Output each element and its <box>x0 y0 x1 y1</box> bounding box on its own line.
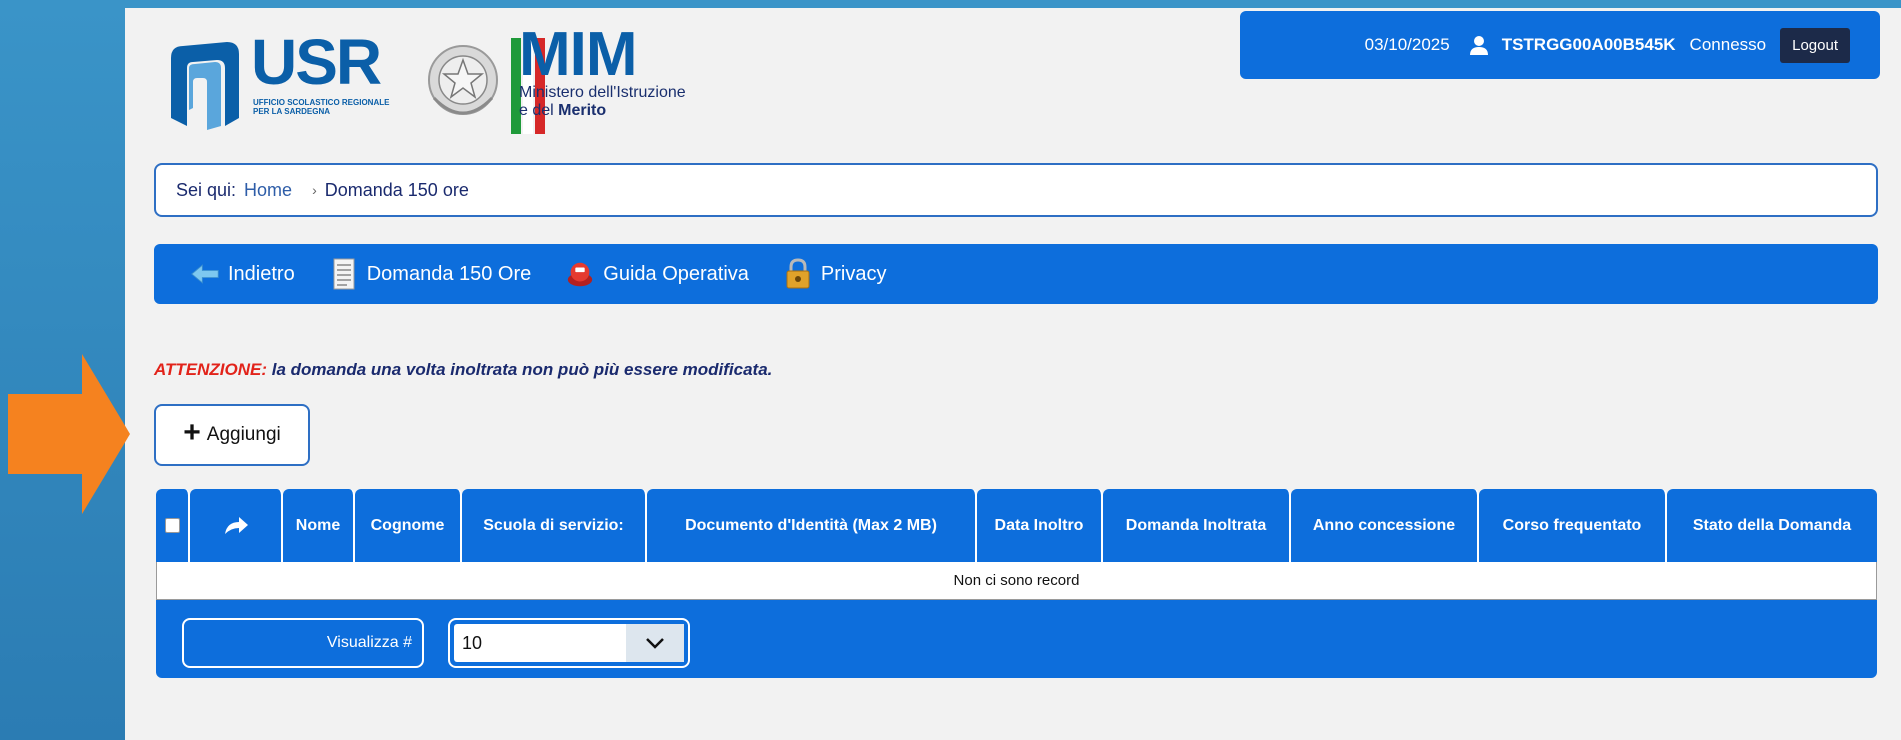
usr-logo: USR UFFICIO SCOLASTICO REGIONALE PER LA … <box>167 26 545 136</box>
column-header[interactable]: Stato della Domanda <box>1667 489 1877 562</box>
plus-icon: + <box>183 416 201 449</box>
breadcrumb-separator: › <box>312 182 317 198</box>
column-header[interactable]: Documento d'Identità (Max 2 MB) <box>647 489 977 562</box>
mim-logo: MIM Ministero dell'Istruzione e del Meri… <box>519 20 686 120</box>
page-size-select[interactable]: 10 <box>448 618 690 668</box>
italian-emblem-icon <box>428 45 498 115</box>
column-header[interactable]: Domanda Inoltrata <box>1103 489 1291 562</box>
mim-logo-line2: e del Merito <box>519 102 607 119</box>
warning-text: la domanda una volta inoltrata non può p… <box>267 360 773 379</box>
share-arrow-icon <box>224 516 248 534</box>
column-header[interactable]: Anno concessione <box>1291 489 1479 562</box>
column-header[interactable]: Scuola di servizio: <box>462 489 647 562</box>
page-size-select-inner: 10 <box>454 624 684 662</box>
column-header[interactable]: Cognome <box>355 489 462 562</box>
breadcrumb-current: Domanda 150 ore <box>324 179 469 200</box>
page-size-value: 10 <box>462 632 483 653</box>
lock-icon <box>786 258 810 289</box>
help-lifebuoy-icon <box>568 262 593 287</box>
connection-status: Connesso <box>1689 35 1767 54</box>
top-strip <box>0 0 1901 8</box>
usr-logo-subtitle: UFFICIO SCOLASTICO REGIONALE PER LA SARD… <box>253 98 390 116</box>
table-footer: Visualizza # 10 <box>156 600 1877 678</box>
toolbar-item-privacy[interactable]: Privacy <box>783 258 887 290</box>
toolbar-item-label: Guida Operativa <box>603 262 749 285</box>
table-header: Nome Cognome Scuola di servizio: Documen… <box>156 489 1877 562</box>
requests-table: Nome Cognome Scuola di servizio: Documen… <box>156 489 1877 678</box>
user-id: TSTRGG00A00B545K <box>1501 35 1676 54</box>
mim-logo-title: MIM <box>519 20 638 89</box>
orange-pointer-arrow <box>8 354 130 514</box>
empty-table-message: Non ci sono record <box>156 562 1877 600</box>
action-column-header <box>190 489 283 562</box>
warning-message: ATTENZIONE: la domanda una volta inoltra… <box>154 360 772 380</box>
back-arrow-icon <box>191 264 219 284</box>
toolbar-item-label: Indietro <box>228 262 295 285</box>
toolbar-item-guida[interactable]: Guida Operativa <box>565 258 749 290</box>
breadcrumb-prefix: Sei qui: <box>176 179 237 200</box>
session-date: 03/10/2025 <box>1364 35 1450 54</box>
page-size-label: Visualizza # <box>182 618 424 668</box>
user-info-bar: 03/10/2025 TSTRGG00A00B545K Connesso Log… <box>1240 11 1880 79</box>
select-all-header <box>156 489 190 562</box>
column-header[interactable]: Corso frequentato <box>1479 489 1667 562</box>
usr-mark-icon <box>171 42 239 130</box>
user-icon <box>1469 36 1488 55</box>
warning-label: ATTENZIONE: <box>154 360 268 379</box>
action-toolbar: Indietro Domanda 150 Ore Guida Operativa <box>154 244 1878 304</box>
add-button[interactable]: + Aggiungi <box>154 404 310 466</box>
toolbar-item-domanda[interactable]: Domanda 150 Ore <box>329 258 532 290</box>
document-icon <box>333 258 355 290</box>
toolbar-item-label: Domanda 150 Ore <box>366 262 532 285</box>
column-header[interactable]: Nome <box>283 489 355 562</box>
breadcrumb-home-link[interactable]: Home <box>244 180 292 201</box>
column-header[interactable]: Data Inoltro <box>977 489 1103 562</box>
logout-button[interactable]: Logout <box>1780 27 1850 63</box>
toolbar-item-indietro[interactable]: Indietro <box>190 258 295 290</box>
select-all-checkbox[interactable] <box>164 518 180 533</box>
mim-logo-line1: Ministero dell'Istruzione <box>519 84 686 101</box>
toolbar-item-label: Privacy <box>820 262 887 285</box>
usr-logo-title: USR <box>251 26 382 98</box>
select-toggle[interactable] <box>626 624 684 662</box>
add-button-label: Aggiungi <box>206 424 281 445</box>
chevron-down-icon <box>646 638 664 649</box>
page-container: USR UFFICIO SCOLASTICO REGIONALE PER LA … <box>125 8 1901 740</box>
breadcrumb: Sei qui: Home › Domanda 150 ore <box>154 163 1878 217</box>
